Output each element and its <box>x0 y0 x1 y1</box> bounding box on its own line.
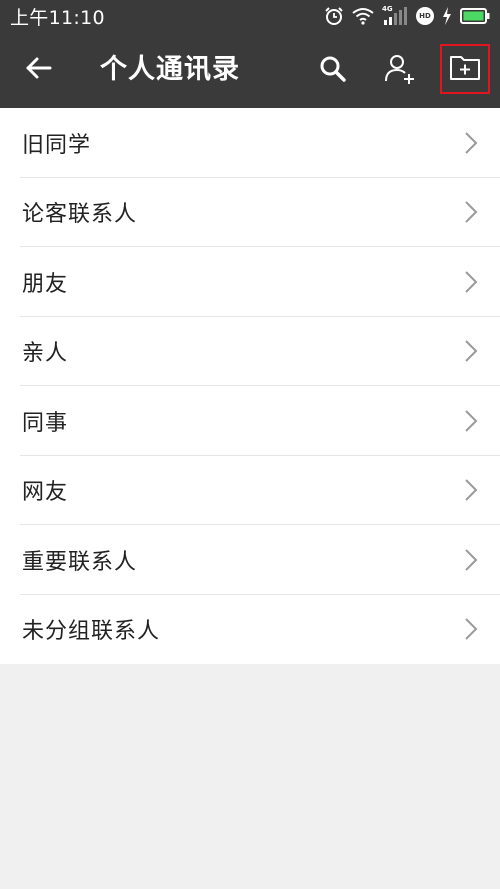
group-item-lunke-contacts[interactable]: 论客联系人 <box>0 178 500 248</box>
group-label: 论客联系人 <box>22 202 138 228</box>
chevron-right-icon <box>465 410 478 432</box>
group-item-online-friends[interactable]: 网友 <box>0 456 500 526</box>
folder-plus-icon <box>449 53 481 85</box>
group-label: 朋友 <box>22 271 69 297</box>
status-time: 上午11:10 <box>10 6 105 29</box>
search-icon <box>319 55 347 87</box>
back-button[interactable] <box>18 50 58 90</box>
status-icons: 4G HD <box>324 5 490 26</box>
group-label: 旧同学 <box>22 132 92 158</box>
group-item-colleagues[interactable]: 同事 <box>0 386 500 456</box>
new-group-button[interactable] <box>440 44 490 94</box>
add-person-icon <box>384 53 416 89</box>
charging-icon <box>442 7 452 25</box>
chevron-right-icon <box>465 201 478 223</box>
group-label: 网友 <box>22 480 69 506</box>
add-contact-button[interactable] <box>378 50 422 92</box>
chevron-right-icon <box>465 549 478 571</box>
battery-icon <box>460 8 490 24</box>
hd-label: HD <box>419 12 431 20</box>
page-title: 个人通讯录 <box>100 54 240 85</box>
app-bar: 个人通讯录 <box>0 32 500 108</box>
status-bar: 上午11:10 4G HD <box>0 0 500 32</box>
hd-voice-icon: HD <box>416 7 434 25</box>
arrow-left-icon <box>24 56 52 84</box>
group-item-old-classmates[interactable]: 旧同学 <box>0 108 500 178</box>
chevron-right-icon <box>465 132 478 154</box>
group-item-friends[interactable]: 朋友 <box>0 247 500 317</box>
signal-icon: 4G <box>382 5 408 26</box>
group-label: 亲人 <box>22 341 69 367</box>
search-button[interactable] <box>312 50 354 92</box>
group-item-family[interactable]: 亲人 <box>0 317 500 387</box>
group-item-ungrouped-contacts[interactable]: 未分组联系人 <box>0 595 500 665</box>
wifi-icon <box>352 7 374 25</box>
group-label: 未分组联系人 <box>22 619 161 645</box>
chevron-right-icon <box>465 479 478 501</box>
chevron-right-icon <box>465 340 478 362</box>
alarm-icon <box>324 6 344 26</box>
group-label: 重要联系人 <box>22 549 138 575</box>
screen: 上午11:10 4G HD 个人通讯录 旧同学 论客联系人 朋友 亲人 同事 网… <box>0 0 500 889</box>
chevron-right-icon <box>465 618 478 640</box>
chevron-right-icon <box>465 271 478 293</box>
group-item-important-contacts[interactable]: 重要联系人 <box>0 525 500 595</box>
group-label: 同事 <box>22 410 69 436</box>
group-list: 旧同学 论客联系人 朋友 亲人 同事 网友 重要联系人 未分组联系人 <box>0 108 500 664</box>
